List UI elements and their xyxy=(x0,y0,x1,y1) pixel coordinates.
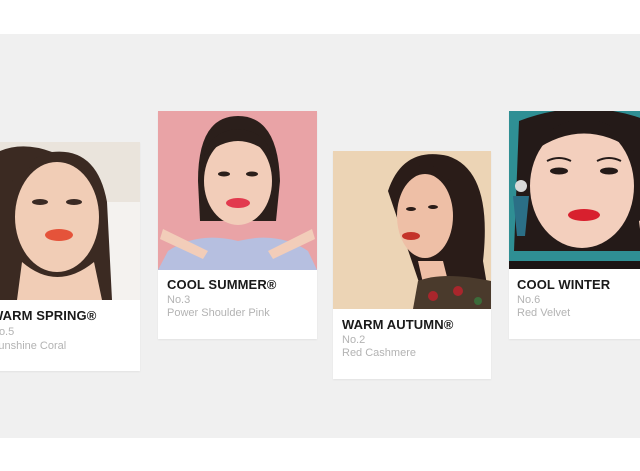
season-title: WARM AUTUMN® xyxy=(342,317,454,332)
shade-number: No.5 xyxy=(0,326,15,338)
swatch-card-warm-autumn[interactable]: WARM AUTUMN® No.2 Red Cashmere xyxy=(333,151,491,379)
season-title: WARM SPRING® xyxy=(0,308,97,323)
swatch-card-warm-spring[interactable]: WARM SPRING® No.5 Sunshine Coral xyxy=(0,142,140,371)
swatch-card-cool-summer[interactable]: COOL SUMMER® No.3 Power Shoulder Pink xyxy=(158,111,317,339)
shade-number: No.2 xyxy=(342,334,366,346)
model-photo xyxy=(509,111,640,269)
shade-number: No.6 xyxy=(517,294,541,306)
model-photo xyxy=(158,111,317,270)
model-photo xyxy=(0,142,140,300)
model-photo xyxy=(333,151,491,309)
shade-name: Red Cashmere xyxy=(342,347,416,359)
swatch-card-cool-winter[interactable]: COOL WINTER No.6 Red Velvet xyxy=(509,111,640,339)
season-title: COOL WINTER xyxy=(517,277,611,292)
shade-number: No.3 xyxy=(167,294,191,306)
shade-name: Power Shoulder Pink xyxy=(167,307,270,319)
season-title: COOL SUMMER® xyxy=(167,277,277,292)
shade-name: Sunshine Coral xyxy=(0,340,67,352)
shade-name: Red Velvet xyxy=(517,307,571,319)
